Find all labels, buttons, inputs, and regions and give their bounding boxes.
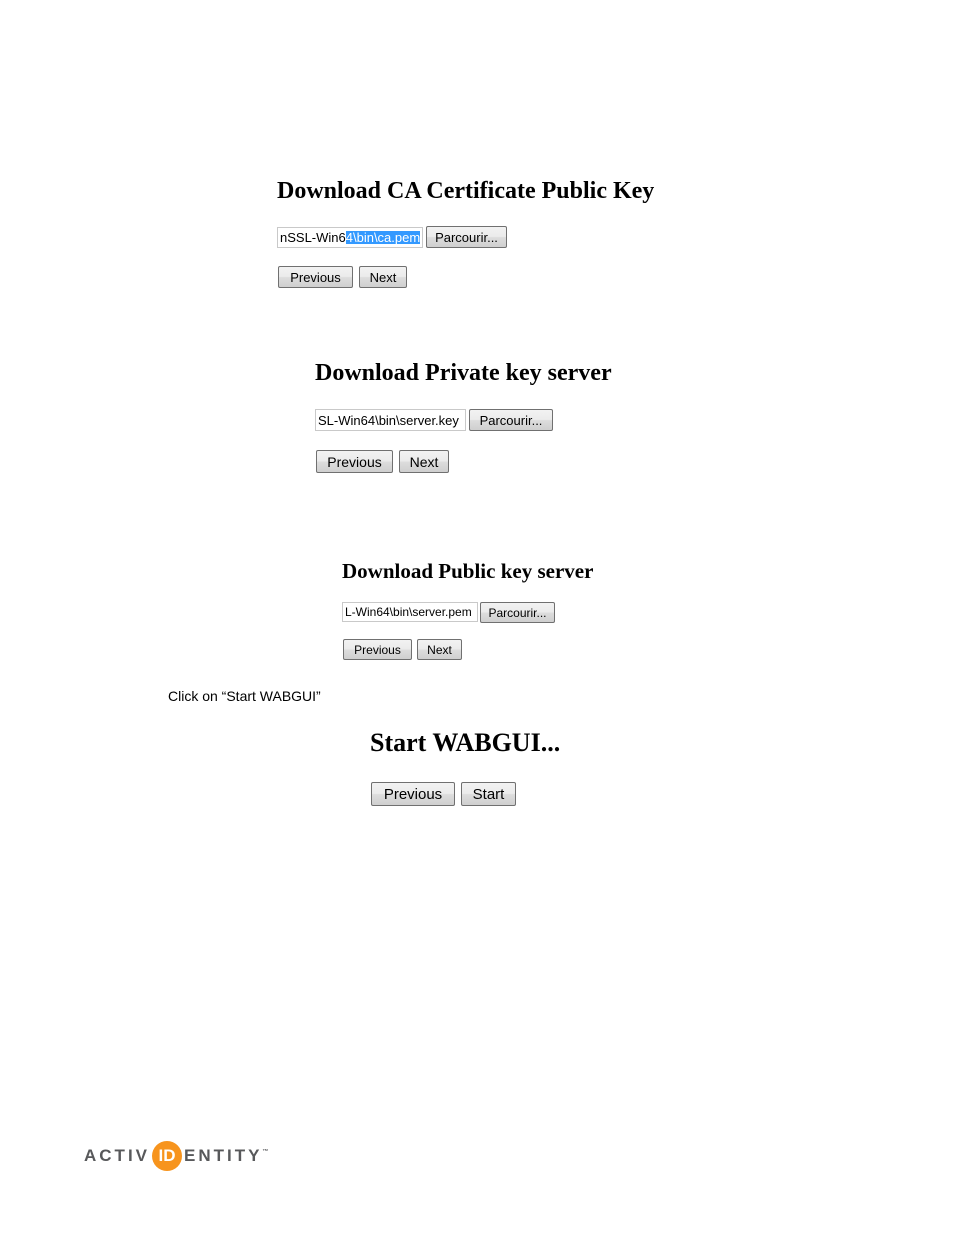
public-key-next-button[interactable]: Next	[417, 639, 462, 660]
logo-prefix: ACTIV	[84, 1146, 150, 1165]
ca-certificate-title: Download CA Certificate Public Key	[277, 178, 655, 204]
ca-certificate-previous-button[interactable]: Previous	[278, 266, 353, 288]
public-key-previous-button[interactable]: Previous	[343, 639, 412, 660]
start-title: Start WABGUI...	[370, 728, 561, 757]
start-button[interactable]: Start	[461, 782, 516, 806]
instruction-text: Click on “Start WABGUI”	[168, 688, 321, 704]
trademark-symbol: ™	[262, 1149, 269, 1155]
public-key-browse-button[interactable]: Parcourir...	[480, 602, 555, 623]
actividentity-logo: ACTIV ID ENTITY ™	[84, 1141, 268, 1171]
start-previous-button[interactable]: Previous	[371, 782, 455, 806]
file-path-text: L-Win64\bin\server.pem	[345, 605, 472, 619]
ca-certificate-browse-button[interactable]: Parcourir...	[426, 226, 507, 248]
public-key-title: Download Public key server	[342, 559, 594, 583]
file-path-text: SL-Win64\bin\server.key	[318, 412, 459, 428]
private-key-title: Download Private key server	[315, 360, 612, 386]
private-key-next-button[interactable]: Next	[399, 450, 449, 473]
ca-certificate-file-input[interactable]: nSSL-Win6 4\bin\ca.pem	[277, 227, 423, 248]
private-key-previous-button[interactable]: Previous	[316, 450, 393, 473]
ca-certificate-next-button[interactable]: Next	[359, 266, 407, 288]
logo-suffix: ENTITY	[184, 1146, 263, 1165]
private-key-file-input[interactable]: SL-Win64\bin\server.key	[315, 409, 466, 431]
file-path-text: nSSL-Win6	[280, 230, 346, 245]
private-key-browse-button[interactable]: Parcourir...	[469, 409, 553, 431]
logo-id-badge: ID	[152, 1141, 182, 1171]
public-key-file-input[interactable]: L-Win64\bin\server.pem	[342, 602, 478, 622]
file-path-selected-text: 4\bin\ca.pem	[345, 230, 421, 245]
